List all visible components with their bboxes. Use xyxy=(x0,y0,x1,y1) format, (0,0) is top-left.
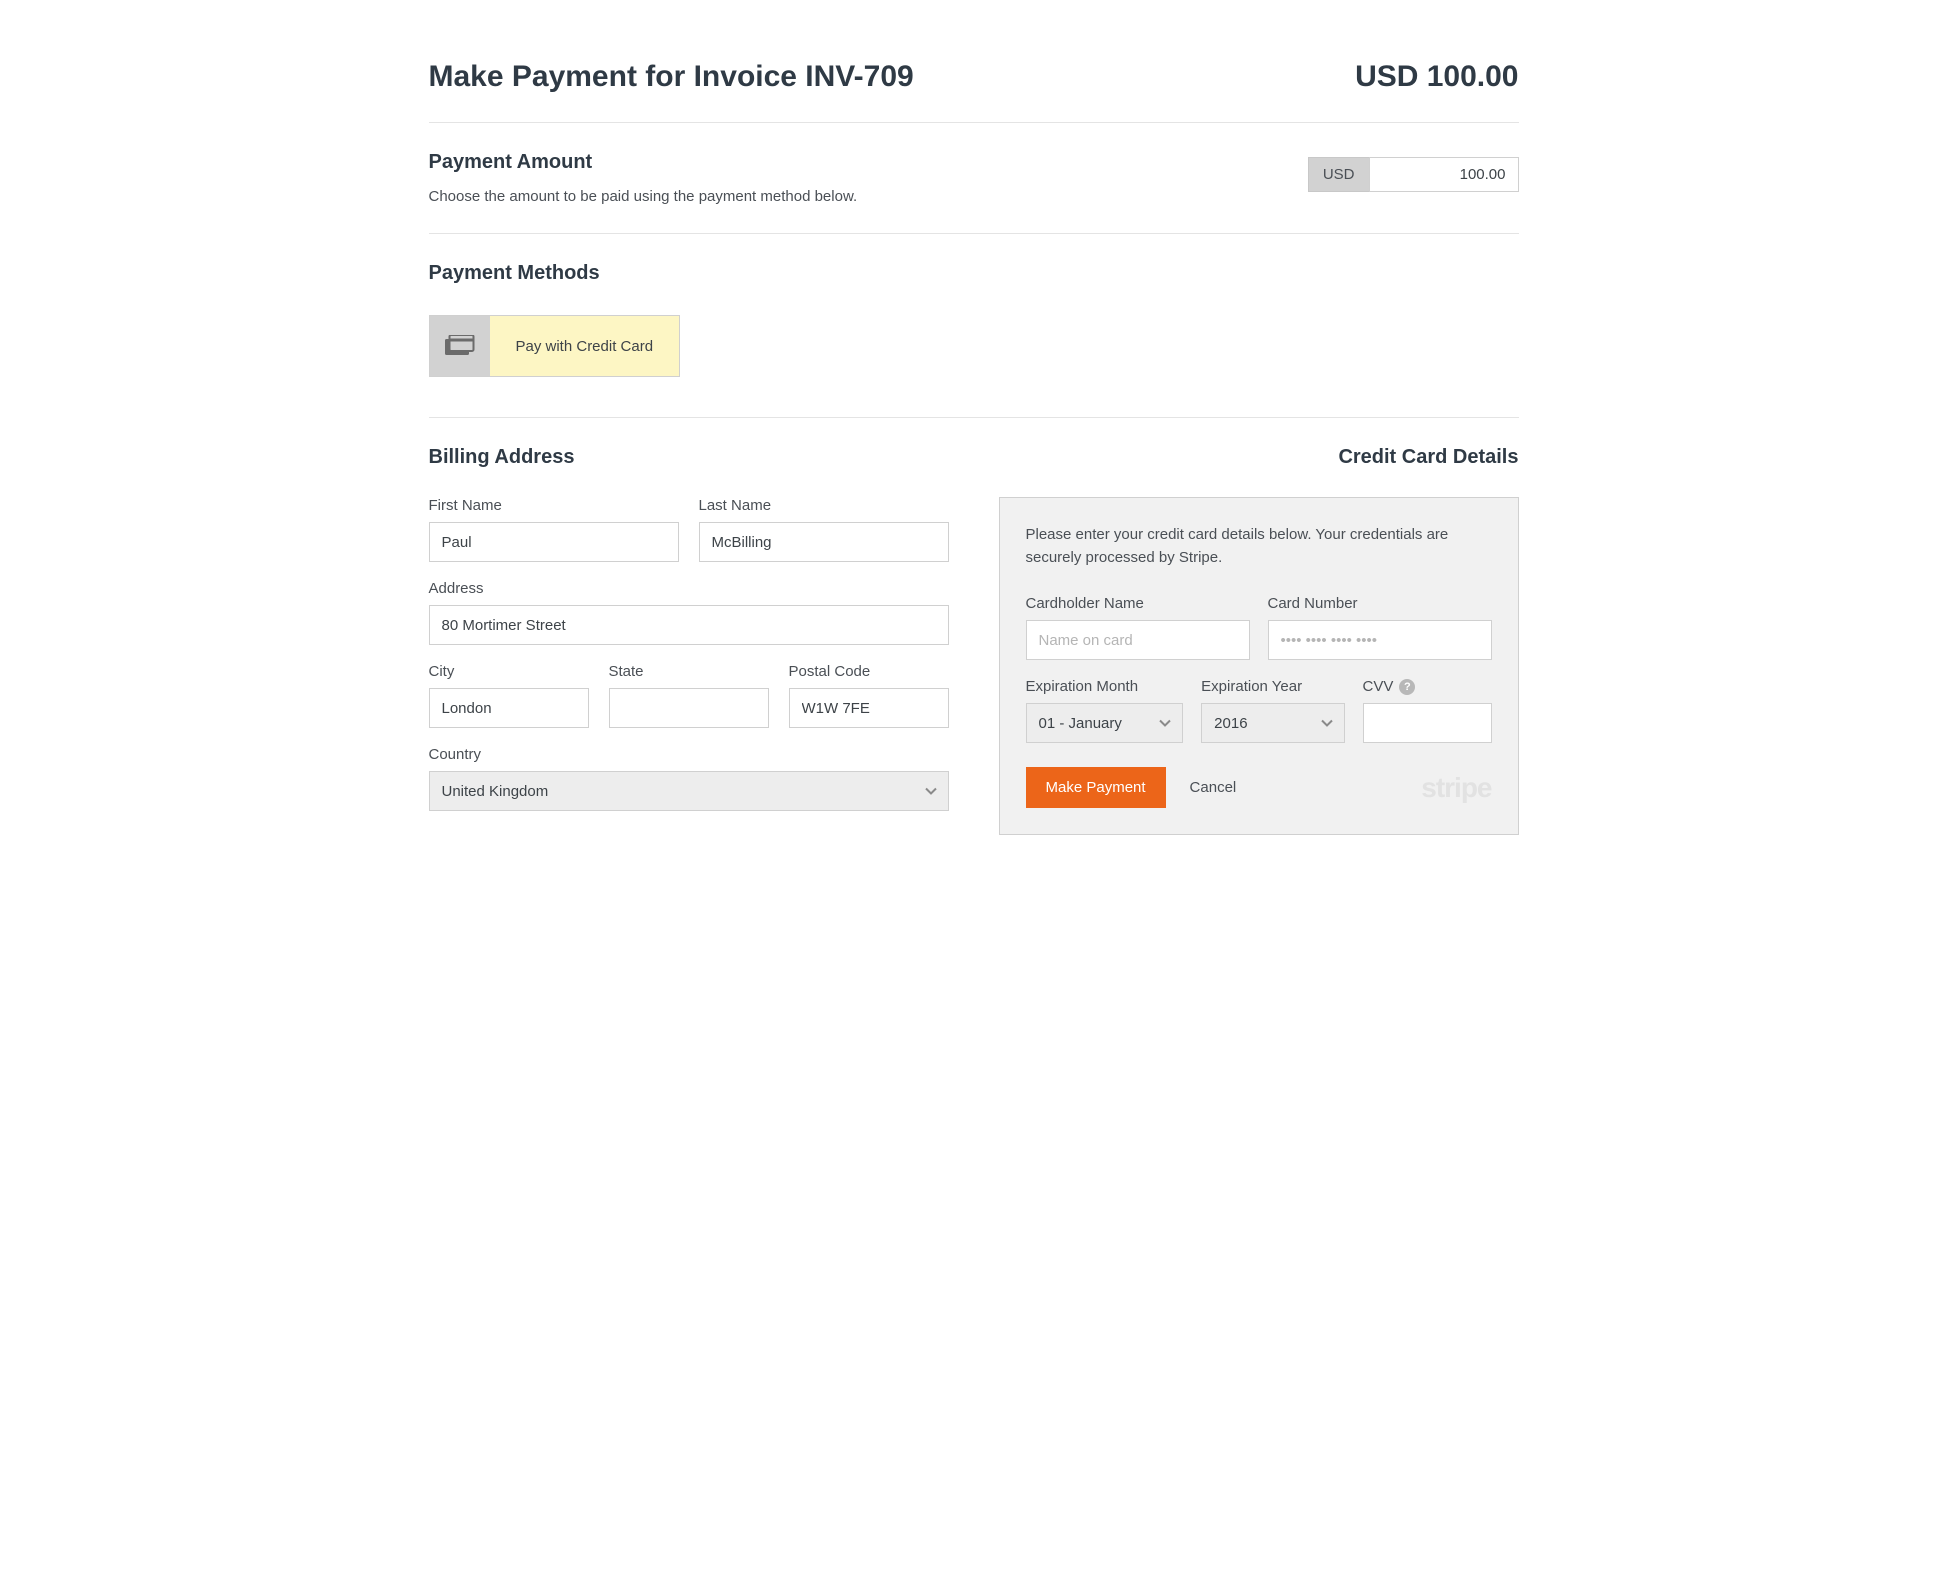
postal-code-label: Postal Code xyxy=(789,663,949,680)
invoice-total-amount: USD 100.00 xyxy=(1355,60,1518,94)
expiration-month-label: Expiration Month xyxy=(1026,678,1184,695)
make-payment-button[interactable]: Make Payment xyxy=(1026,767,1166,808)
credit-card-panel: Please enter your credit card details be… xyxy=(999,497,1519,835)
credit-card-intro: Please enter your credit card details be… xyxy=(1026,524,1492,569)
cardholder-name-label: Cardholder Name xyxy=(1026,595,1250,612)
postal-code-input[interactable] xyxy=(789,688,949,728)
last-name-input[interactable] xyxy=(699,522,949,562)
first-name-label: First Name xyxy=(429,497,679,514)
country-select[interactable] xyxy=(429,771,949,811)
payment-amount-section: Payment Amount Choose the amount to be p… xyxy=(429,151,1519,234)
address-label: Address xyxy=(429,580,949,597)
billing-address-title: Billing Address xyxy=(429,446,949,469)
credit-card-icon xyxy=(430,316,490,376)
payment-amount-title: Payment Amount xyxy=(429,151,858,174)
first-name-input[interactable] xyxy=(429,522,679,562)
payment-amount-subtitle: Choose the amount to be paid using the p… xyxy=(429,188,858,205)
cardholder-name-input[interactable] xyxy=(1026,620,1250,660)
page-title: Make Payment for Invoice INV-709 xyxy=(429,60,914,94)
stripe-logo: stripe xyxy=(1421,772,1491,804)
address-input[interactable] xyxy=(429,605,949,645)
divider xyxy=(429,417,1519,418)
city-input[interactable] xyxy=(429,688,589,728)
cvv-input[interactable] xyxy=(1363,703,1492,743)
currency-prefix: USD xyxy=(1308,157,1369,192)
last-name-label: Last Name xyxy=(699,497,949,514)
payment-method-credit-card[interactable]: Pay with Credit Card xyxy=(429,315,681,377)
cvv-label: CVV xyxy=(1363,678,1394,695)
state-label: State xyxy=(609,663,769,680)
payment-methods-section: Payment Methods Pay with Credit Card xyxy=(429,262,1519,377)
payment-amount-input[interactable] xyxy=(1369,157,1519,192)
country-label: Country xyxy=(429,746,949,763)
card-number-label: Card Number xyxy=(1268,595,1492,612)
expiration-year-select[interactable] xyxy=(1201,703,1344,743)
card-number-input[interactable] xyxy=(1268,620,1492,660)
credit-card-details-title: Credit Card Details xyxy=(999,446,1519,469)
payment-method-label: Pay with Credit Card xyxy=(490,316,680,376)
state-input[interactable] xyxy=(609,688,769,728)
expiration-year-label: Expiration Year xyxy=(1201,678,1344,695)
cancel-link[interactable]: Cancel xyxy=(1190,779,1237,796)
page-header: Make Payment for Invoice INV-709 USD 100… xyxy=(429,60,1519,123)
city-label: City xyxy=(429,663,589,680)
help-icon[interactable]: ? xyxy=(1399,679,1415,695)
expiration-month-select[interactable] xyxy=(1026,703,1184,743)
payment-methods-title: Payment Methods xyxy=(429,262,1519,285)
